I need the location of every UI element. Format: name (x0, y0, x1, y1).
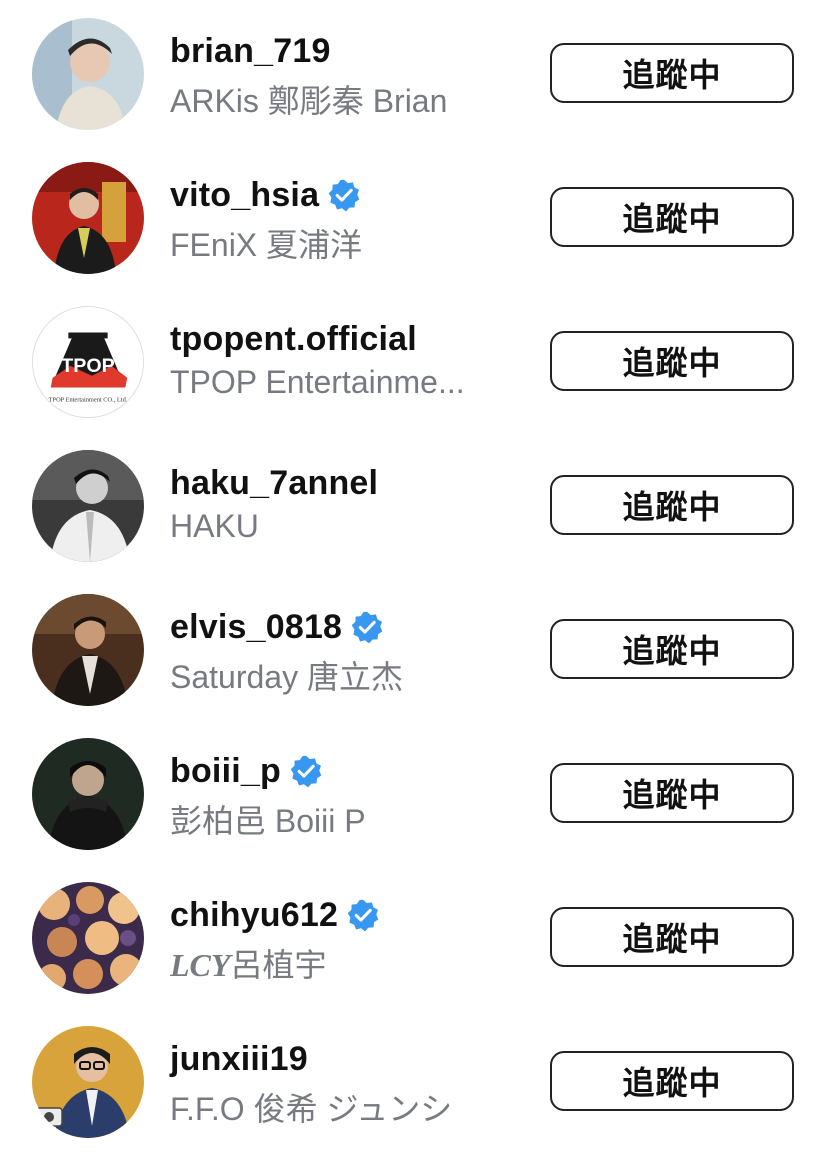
verified-badge-icon (290, 755, 322, 788)
full-name: FEniX 夏浦洋 (170, 227, 363, 263)
account-text: boiii_p 彭柏邑 Boiii P (170, 748, 510, 842)
list-item[interactable]: chihyu612 LCY呂植宇 追蹤中 (0, 864, 828, 1008)
tpop-logo-subtext: TPOP Entertainment CO., Ltd. (49, 396, 128, 403)
account-text: junxiii19 F.F.O 俊希 ジュンシ (170, 1036, 510, 1130)
list-item[interactable]: vito_hsia FEniX 夏浦洋 追蹤中 (0, 144, 828, 288)
full-name: 彭柏邑 Boiii P (170, 803, 366, 839)
following-button[interactable]: 追蹤中 (550, 907, 794, 967)
username-line: tpopent.official (170, 316, 510, 362)
account-text: brian_719 ARKis 鄭彫秦 Brian (170, 28, 510, 122)
account-text: haku_7annel HAKU (170, 460, 510, 545)
avatar[interactable] (32, 1026, 144, 1138)
list-item[interactable]: TPOP TPOP Entertainment CO., Ltd. tpopen… (0, 288, 828, 432)
full-name: LCY呂植宇 (170, 940, 500, 986)
avatar[interactable] (32, 18, 144, 130)
avatar[interactable] (32, 738, 144, 850)
list-item[interactable]: brian_719 ARKis 鄭彫秦 Brian 追蹤中 (0, 0, 828, 144)
full-name: Saturday 唐立杰 (170, 659, 403, 695)
tpop-logo-icon: TPOP TPOP Entertainment CO., Ltd. (33, 307, 143, 417)
avatar[interactable] (32, 162, 144, 274)
username-line: elvis_0818 (170, 604, 510, 650)
full-name: ARKis 鄭彫秦 Brian (170, 83, 448, 119)
full-name-mark: LCY (170, 947, 231, 983)
following-button[interactable]: 追蹤中 (550, 763, 794, 823)
username-line: vito_hsia (170, 172, 510, 218)
username-line: junxiii19 (170, 1036, 510, 1082)
list-item[interactable]: haku_7annel HAKU 追蹤中 (0, 432, 828, 576)
username[interactable]: junxiii19 (170, 1040, 308, 1079)
profile-photo-icon (32, 594, 144, 706)
full-name: F.F.O 俊希 ジュンシ (170, 1091, 453, 1127)
verified-badge-icon (328, 179, 360, 212)
list-item[interactable]: junxiii19 F.F.O 俊希 ジュンシ 追蹤中 (0, 1008, 828, 1152)
following-button[interactable]: 追蹤中 (550, 331, 794, 391)
profile-photo-icon (32, 450, 144, 562)
list-item[interactable]: boiii_p 彭柏邑 Boiii P 追蹤中 (0, 720, 828, 864)
username[interactable]: haku_7annel (170, 464, 378, 503)
full-name: TPOP Entertainme... (170, 364, 465, 400)
avatar[interactable]: TPOP TPOP Entertainment CO., Ltd. (32, 306, 144, 418)
following-button[interactable]: 追蹤中 (550, 43, 794, 103)
username[interactable]: brian_719 (170, 32, 331, 71)
username-line: boiii_p (170, 748, 510, 794)
verified-badge-icon (347, 899, 379, 932)
following-button[interactable]: 追蹤中 (550, 619, 794, 679)
avatar[interactable] (32, 882, 144, 994)
verified-badge-icon (351, 611, 383, 644)
account-text: elvis_0818 Saturday 唐立杰 (170, 604, 510, 698)
profile-photo-icon (32, 162, 144, 274)
avatar[interactable] (32, 450, 144, 562)
username[interactable]: vito_hsia (170, 176, 319, 215)
username-line: brian_719 (170, 28, 510, 74)
profile-photo-icon (32, 1026, 144, 1138)
profile-photo-icon (32, 738, 144, 850)
profile-photo-icon (32, 18, 144, 130)
flowers-photo-icon (32, 882, 144, 994)
account-text: vito_hsia FEniX 夏浦洋 (170, 172, 510, 266)
full-name-text: 呂植宇 (230, 947, 327, 983)
username-line: chihyu612 (170, 892, 510, 938)
following-button[interactable]: 追蹤中 (550, 187, 794, 247)
username[interactable]: boiii_p (170, 752, 281, 791)
list-item[interactable]: elvis_0818 Saturday 唐立杰 追蹤中 (0, 576, 828, 720)
following-list: brian_719 ARKis 鄭彫秦 Brian 追蹤中 vito_hsia (0, 0, 828, 1152)
username[interactable]: chihyu612 (170, 896, 338, 935)
tpop-logo-text: TPOP (61, 355, 114, 377)
following-button[interactable]: 追蹤中 (550, 475, 794, 535)
username[interactable]: tpopent.official (170, 320, 417, 359)
account-text: tpopent.official TPOP Entertainme... (170, 316, 510, 401)
avatar[interactable] (32, 594, 144, 706)
following-button[interactable]: 追蹤中 (550, 1051, 794, 1111)
username[interactable]: elvis_0818 (170, 608, 342, 647)
account-text: chihyu612 LCY呂植宇 (170, 892, 510, 986)
full-name: HAKU (170, 508, 259, 544)
username-line: haku_7annel (170, 460, 510, 506)
